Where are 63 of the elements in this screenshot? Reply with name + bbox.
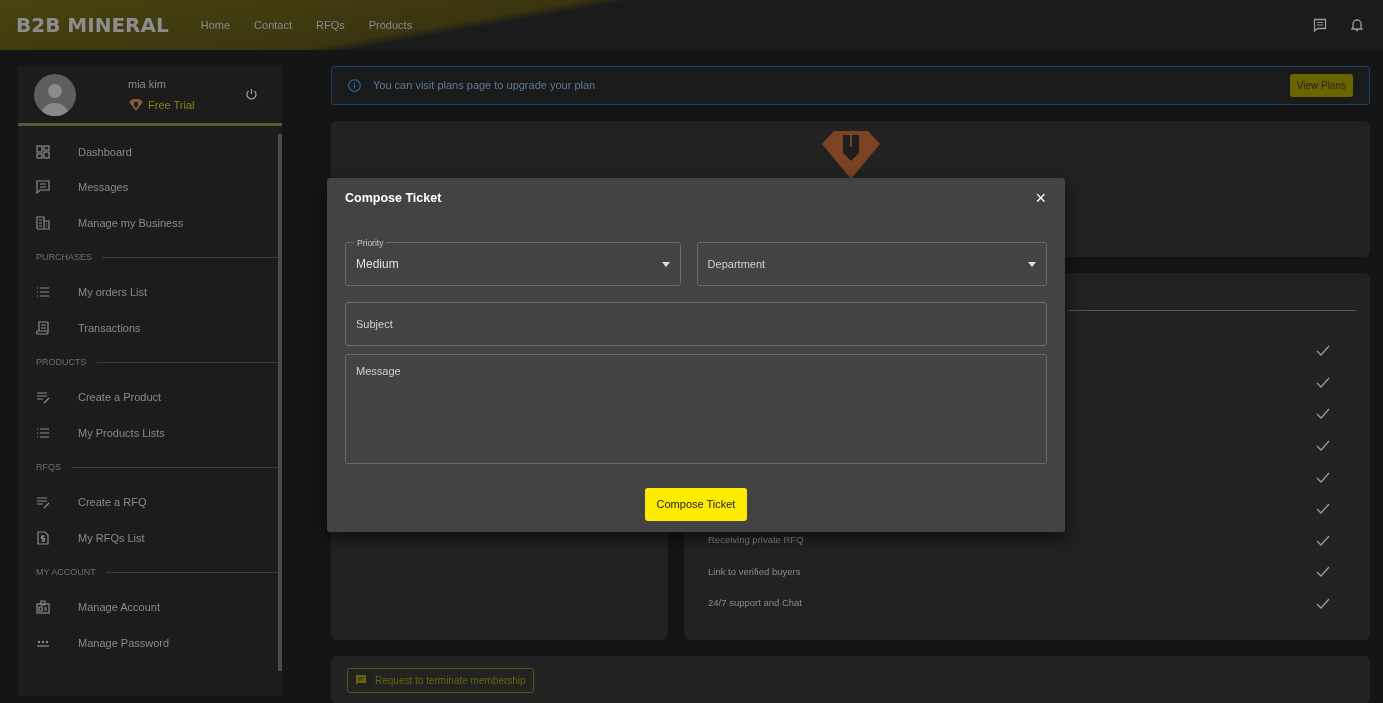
grid-icon [36, 144, 50, 159]
id-card-icon [36, 600, 50, 615]
check-icon [1316, 503, 1330, 515]
shield-icon [128, 97, 144, 112]
check-icon [1316, 598, 1330, 610]
feature-label: Receiving private RFQ [708, 533, 804, 548]
check-icon [1316, 376, 1330, 388]
sidebar-item[interactable]: Dashboard [18, 134, 278, 170]
feature-label: 24/7 support and Chat [708, 596, 802, 611]
notification-icon[interactable] [1351, 18, 1363, 32]
check-icon [1316, 440, 1330, 452]
list-icon [36, 285, 50, 300]
edit-list-icon [36, 495, 50, 510]
department-select[interactable]: Department [696, 242, 1047, 286]
section-heading: PRODUCTS [36, 355, 87, 369]
info-icon [348, 79, 361, 92]
plan-label: Free Trial [148, 97, 195, 113]
section-heading: PURCHASES [36, 250, 92, 264]
receipt-icon [36, 320, 50, 335]
sidebar-item[interactable]: Transactions [18, 310, 278, 346]
check-icon [1316, 471, 1330, 483]
nav-link[interactable]: Contact [254, 16, 292, 34]
check-icon [1316, 345, 1330, 357]
sidebar-item[interactable]: Manage Account [18, 589, 278, 625]
sidebar-item[interactable]: My orders List [18, 274, 278, 310]
message-field[interactable]: Message [345, 354, 1047, 464]
nav-link[interactable]: RFQs [316, 16, 345, 34]
alert-text: You can visit plans page to upgrade your plan [373, 78, 596, 94]
sidebar-item[interactable]: Create a RFQ [18, 484, 278, 520]
message-icon[interactable] [1313, 18, 1327, 32]
list-icon [36, 425, 50, 440]
caret-icon [661, 261, 670, 267]
sidebar-item[interactable]: Create a Product [18, 379, 278, 415]
caret-icon [1028, 261, 1036, 267]
edit-list-icon [36, 390, 50, 405]
section-heading: RFQS [36, 460, 61, 474]
user-name: mia kim [128, 77, 167, 92]
view-plans-button[interactable]: View Plans [1289, 74, 1353, 97]
compose-ticket-button[interactable]: Compose Ticket [644, 488, 748, 521]
sidebar-item[interactable]: Manage my Business [18, 205, 278, 241]
check-icon [1316, 566, 1330, 578]
dialog-title: Compose Ticket [345, 189, 442, 207]
scrollbar[interactable] [278, 134, 282, 671]
comment-icon [355, 674, 367, 686]
logo[interactable]: B2B MINERAL [16, 15, 169, 35]
sidebar-item[interactable]: Messages [18, 169, 278, 205]
building-icon [36, 215, 50, 230]
document-icon [36, 530, 50, 545]
power-icon[interactable] [245, 88, 258, 101]
sidebar-item[interactable]: Manage Password [18, 625, 278, 661]
sidebar-item[interactable]: My Products Lists [18, 415, 278, 451]
message-icon [36, 180, 50, 195]
terminate-button[interactable]: Request to terminate membership [347, 667, 534, 693]
section-heading: MY ACCOUNT [36, 565, 96, 579]
check-icon [1316, 534, 1330, 546]
sidebar-item[interactable]: My RFQs List [18, 520, 278, 556]
close-button[interactable]: × [1034, 188, 1047, 208]
subject-field[interactable]: Subject [345, 302, 1047, 346]
nav-link[interactable]: Home [200, 16, 231, 34]
feature-label: Link to verified buyers [708, 564, 801, 579]
avatar [34, 73, 76, 116]
nav-link[interactable]: Products [368, 16, 413, 34]
check-icon [1316, 408, 1330, 420]
